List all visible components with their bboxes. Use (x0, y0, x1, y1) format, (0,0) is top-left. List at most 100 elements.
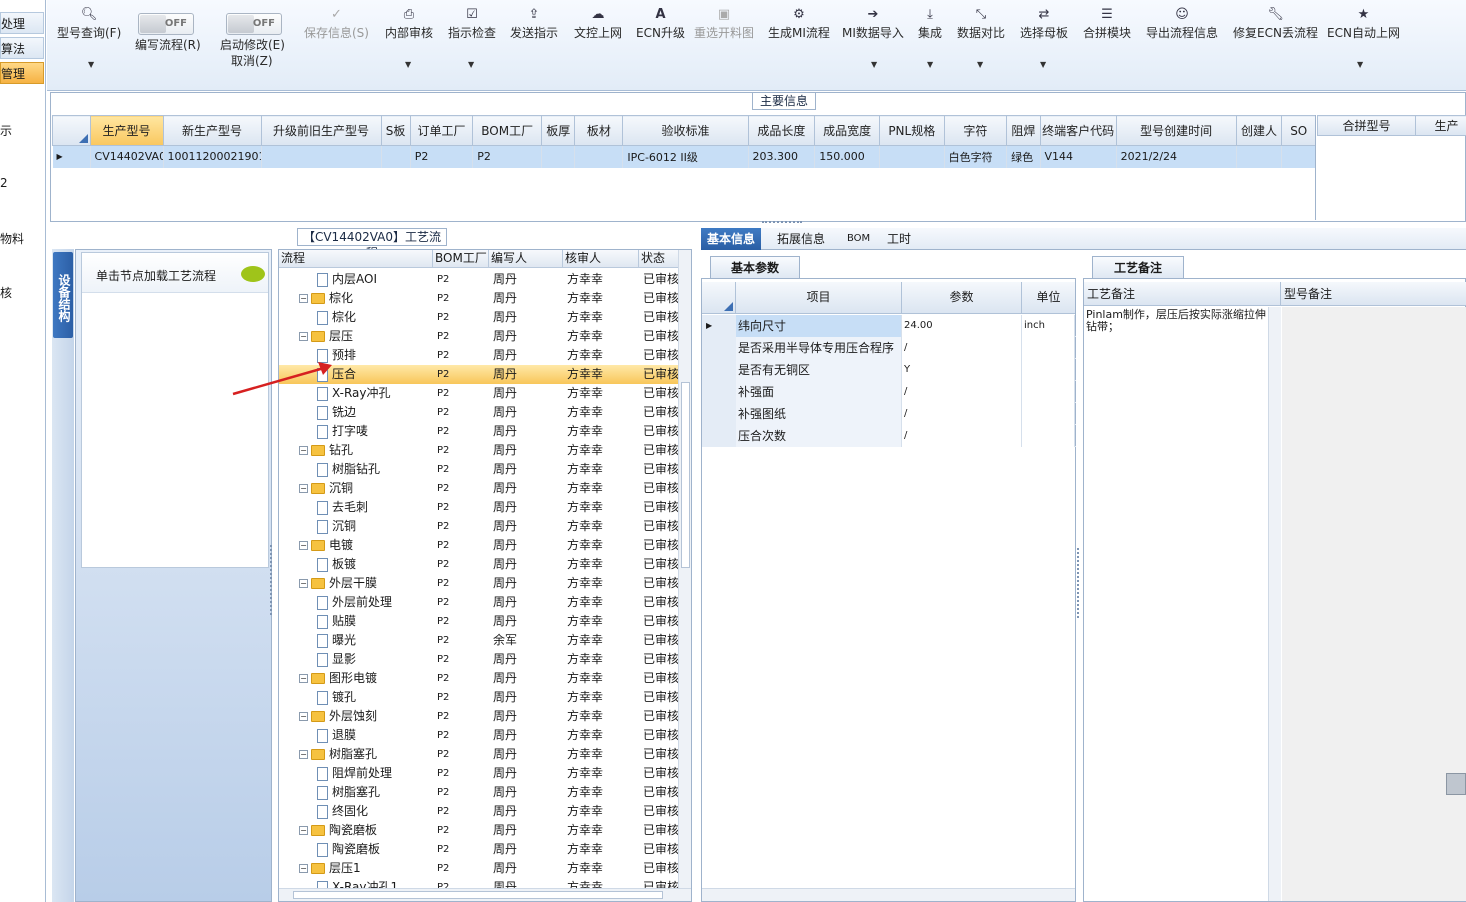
column-header[interactable]: 工艺备注 (1084, 282, 1281, 306)
tree-cell-writer[interactable]: 周丹 (493, 726, 563, 745)
tree-cell-writer[interactable]: 余军 (493, 631, 563, 650)
scrollbar-thumb[interactable] (681, 382, 690, 568)
tree-cell-status[interactable]: 已审核 (643, 346, 679, 365)
tree-cell-reviewer[interactable]: 方幸幸 (567, 517, 637, 536)
tree-cell-reviewer[interactable]: 方幸幸 (567, 441, 637, 460)
tree-node[interactable]: − 图形电镀 (299, 669, 433, 688)
nav-item[interactable]: 2 (0, 176, 44, 190)
column-header[interactable]: 流程 (279, 250, 433, 268)
tree-cell-factory[interactable]: P2 (437, 270, 487, 289)
tree-row[interactable]: 打字唛 P2 周丹 方幸幸 已审核 (279, 422, 679, 441)
table-cell[interactable] (879, 145, 945, 168)
doc-online-button[interactable]: ☁ 文控上网 (574, 6, 622, 41)
column-header[interactable]: S板 (380, 115, 411, 146)
tree-cell-status[interactable]: 已审核 (643, 422, 679, 441)
send-instruction-button[interactable]: ⇪ 发送指示 (510, 6, 558, 41)
vertical-scrollbar[interactable] (1268, 307, 1281, 901)
tree-cell-reviewer[interactable]: 方幸幸 (567, 365, 637, 384)
tree-row[interactable]: − 沉铜 P2 周丹 方幸幸 已审核 (279, 479, 679, 498)
tree-row[interactable]: 去毛刺 P2 周丹 方幸幸 已审核 (279, 498, 679, 517)
tree-cell-status[interactable]: 已审核 (643, 745, 679, 764)
tree-cell-reviewer[interactable]: 方幸幸 (567, 308, 637, 327)
tree-cell-status[interactable]: 已审核 (643, 707, 679, 726)
table-cell[interactable] (261, 145, 382, 168)
tree-cell-status[interactable]: 已审核 (643, 821, 679, 840)
tab-extended-info[interactable]: 拓展信息 (771, 228, 831, 250)
tree-cell-factory[interactable]: P2 (437, 422, 487, 441)
tree-cell-factory[interactable]: P2 (437, 365, 487, 384)
tree-cell-writer[interactable]: 周丹 (493, 555, 563, 574)
model-note-area[interactable] (1282, 307, 1466, 901)
table-cell[interactable]: V144 (1040, 145, 1117, 168)
chevron-down-icon[interactable]: ▼ (468, 60, 474, 69)
tree-cell-factory[interactable]: P2 (437, 764, 487, 783)
tree-cell-status[interactable]: 已审核 (643, 783, 679, 802)
horizontal-scrollbar[interactable] (279, 888, 691, 901)
param-value[interactable]: / (902, 381, 1022, 403)
tree-cell-factory[interactable]: P2 (437, 650, 487, 669)
nav-item[interactable]: 物料 (0, 230, 44, 247)
param-value[interactable]: / (902, 403, 1022, 425)
column-header[interactable]: 核审人 (563, 250, 639, 268)
column-header[interactable]: 型号备注 (1281, 282, 1466, 306)
tree-cell-reviewer[interactable]: 方幸幸 (567, 631, 637, 650)
tree-cell-reviewer[interactable]: 方幸幸 (567, 745, 637, 764)
tree-cell-factory[interactable]: P2 (437, 479, 487, 498)
tree-row[interactable]: 终固化 P2 周丹 方幸幸 已审核 (279, 802, 679, 821)
tree-row[interactable]: 陶瓷磨板 P2 周丹 方幸幸 已审核 (279, 840, 679, 859)
param-value[interactable]: / (902, 425, 1022, 447)
param-unit[interactable] (1022, 337, 1075, 359)
column-header[interactable]: BOM工厂 (433, 250, 489, 268)
collapse-icon[interactable]: − (299, 579, 308, 588)
column-header[interactable]: 验收标准 (622, 115, 749, 146)
column-header[interactable]: 生产 (1415, 115, 1466, 136)
column-header[interactable]: 终端客户代码 (1039, 115, 1117, 146)
param-item[interactable]: 补强面 (736, 381, 902, 403)
tree-row[interactable]: 显影 P2 周丹 方幸幸 已审核 (279, 650, 679, 669)
collapse-icon[interactable]: − (299, 674, 308, 683)
collapse-icon[interactable]: − (299, 446, 308, 455)
tree-row[interactable]: 外层前处理 P2 周丹 方幸幸 已审核 (279, 593, 679, 612)
table-cell[interactable]: CV14402VA0 (90, 145, 164, 168)
nav-tab-algorithm[interactable]: 算法 (0, 37, 44, 59)
param-row[interactable]: 补强图纸 / (702, 403, 1076, 425)
start-modify-toggle[interactable]: OFF (226, 13, 282, 35)
integrate-button[interactable]: ⤓ 集成 (918, 6, 942, 41)
column-header[interactable]: 字符 (943, 115, 1008, 146)
tree-row[interactable]: − 图形电镀 P2 周丹 方幸幸 已审核 (279, 669, 679, 688)
tree-cell-writer[interactable]: 周丹 (493, 802, 563, 821)
tree-cell-status[interactable]: 已审核 (643, 612, 679, 631)
table-cell[interactable]: 2021/2/24 (1116, 145, 1237, 168)
chevron-down-icon[interactable]: ▼ (927, 60, 933, 69)
column-header[interactable]: 合拼型号 (1317, 115, 1416, 136)
table-cell[interactable]: P2 (472, 145, 543, 168)
param-row[interactable]: ▶ 纬向尺寸 24.00 inch (702, 315, 1076, 337)
collapse-icon[interactable]: − (299, 541, 308, 550)
mi-data-import-button[interactable]: ➔ MI数据导入 (842, 6, 904, 41)
write-flow-toggle[interactable]: OFF (138, 13, 194, 35)
tree-node[interactable]: 内层AOI (317, 270, 433, 289)
tree-cell-status[interactable]: 已审核 (643, 536, 679, 555)
tree-cell-status[interactable]: 已审核 (643, 726, 679, 745)
tree-cell-reviewer[interactable]: 方幸幸 (567, 764, 637, 783)
column-header[interactable]: 板厚 (541, 115, 576, 146)
save-info-button[interactable]: ✓ 保存信息(S) (304, 6, 369, 41)
param-row[interactable]: 补强面 / (702, 381, 1076, 403)
collapse-icon[interactable]: − (299, 750, 308, 759)
tree-cell-writer[interactable]: 周丹 (493, 650, 563, 669)
tree-cell-status[interactable]: 已审核 (643, 498, 679, 517)
reselect-cut-image-button[interactable]: ▣ 重选开料图 (694, 6, 754, 41)
param-row[interactable]: 是否采用半导体专用压合程序 / (702, 337, 1076, 359)
chevron-down-icon[interactable]: ▼ (871, 60, 877, 69)
tree-cell-reviewer[interactable]: 方幸幸 (567, 726, 637, 745)
tree-cell-factory[interactable]: P2 (437, 384, 487, 403)
tree-cell-reviewer[interactable]: 方幸幸 (567, 669, 637, 688)
param-item[interactable]: 压合次数 (736, 425, 902, 447)
nav-item[interactable]: 示 (0, 122, 44, 139)
tree-cell-reviewer[interactable]: 方幸幸 (567, 479, 637, 498)
table-cell[interactable]: 10011200021901 (163, 145, 262, 168)
chevron-down-icon[interactable]: ▼ (977, 60, 983, 69)
chevron-down-icon[interactable]: ▼ (88, 60, 94, 69)
column-header[interactable]: 阻焊 (1006, 115, 1041, 146)
param-unit[interactable] (1022, 359, 1075, 381)
